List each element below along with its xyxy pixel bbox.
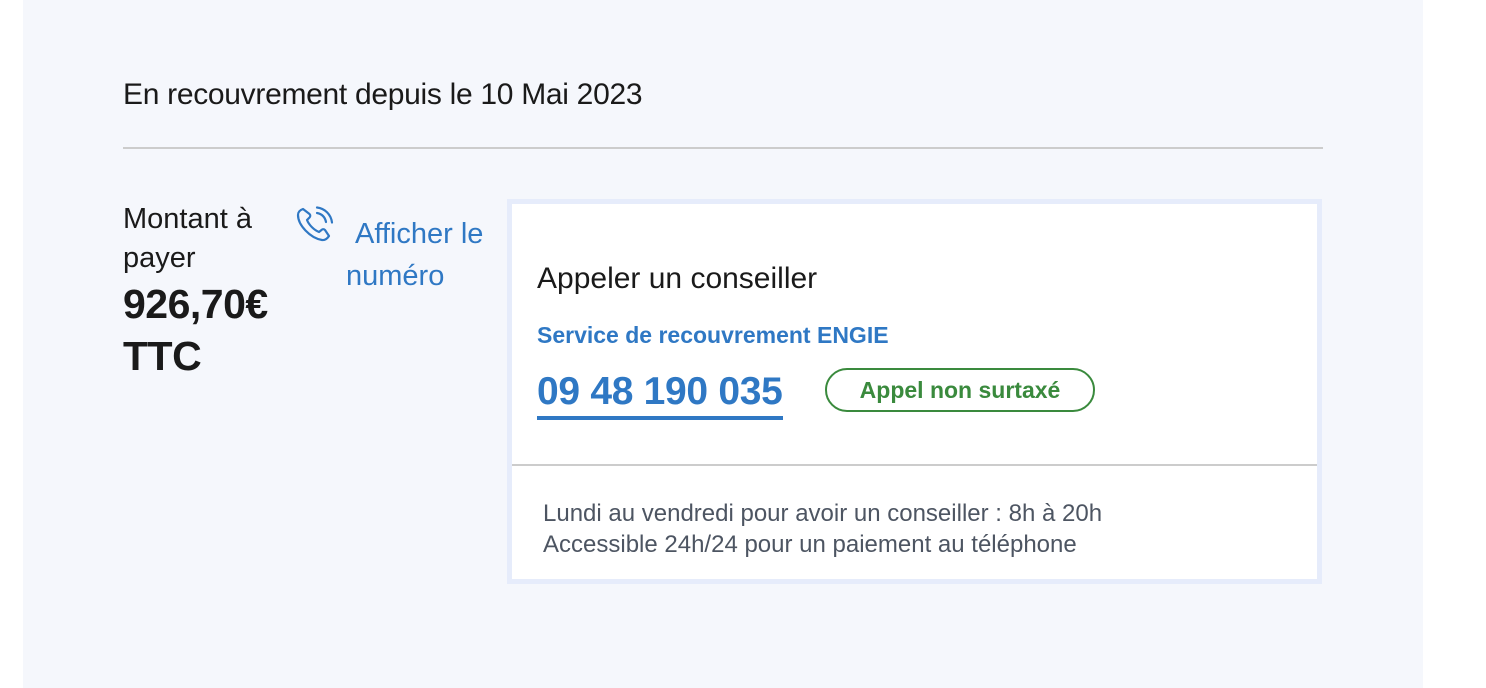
section-divider [123,147,1323,149]
amount-value: 926,70€ TTC [123,281,268,379]
collection-status: En recouvrement depuis le 10 Mai 2023 [123,78,643,111]
show-number-link[interactable]: Afficher le numéro [295,205,510,295]
call-card-title: Appeler un conseiller [537,262,818,295]
phone-icon [295,205,335,245]
call-advisor-card: Appeler un conseiller Service de recouvr… [507,199,1322,584]
card-divider [512,464,1317,466]
call-card-header: Appeler un conseiller Service de recouvr… [512,204,1317,466]
phone-number-link[interactable]: 09 48 190 035 [537,370,783,420]
free-call-badge: Appel non surtaxé [825,368,1095,412]
opening-hours: Lundi au vendredi pour avoir un conseill… [543,498,1102,560]
hours-advisor: Lundi au vendredi pour avoir un conseill… [543,500,1103,527]
show-number-label: Afficher le numéro [346,218,484,292]
service-name: Service de recouvrement ENGIE [537,322,889,348]
hours-payment: Accessible 24h/24 pour un paiement au té… [543,531,1077,558]
amount-label: Montant à payer [123,203,252,274]
